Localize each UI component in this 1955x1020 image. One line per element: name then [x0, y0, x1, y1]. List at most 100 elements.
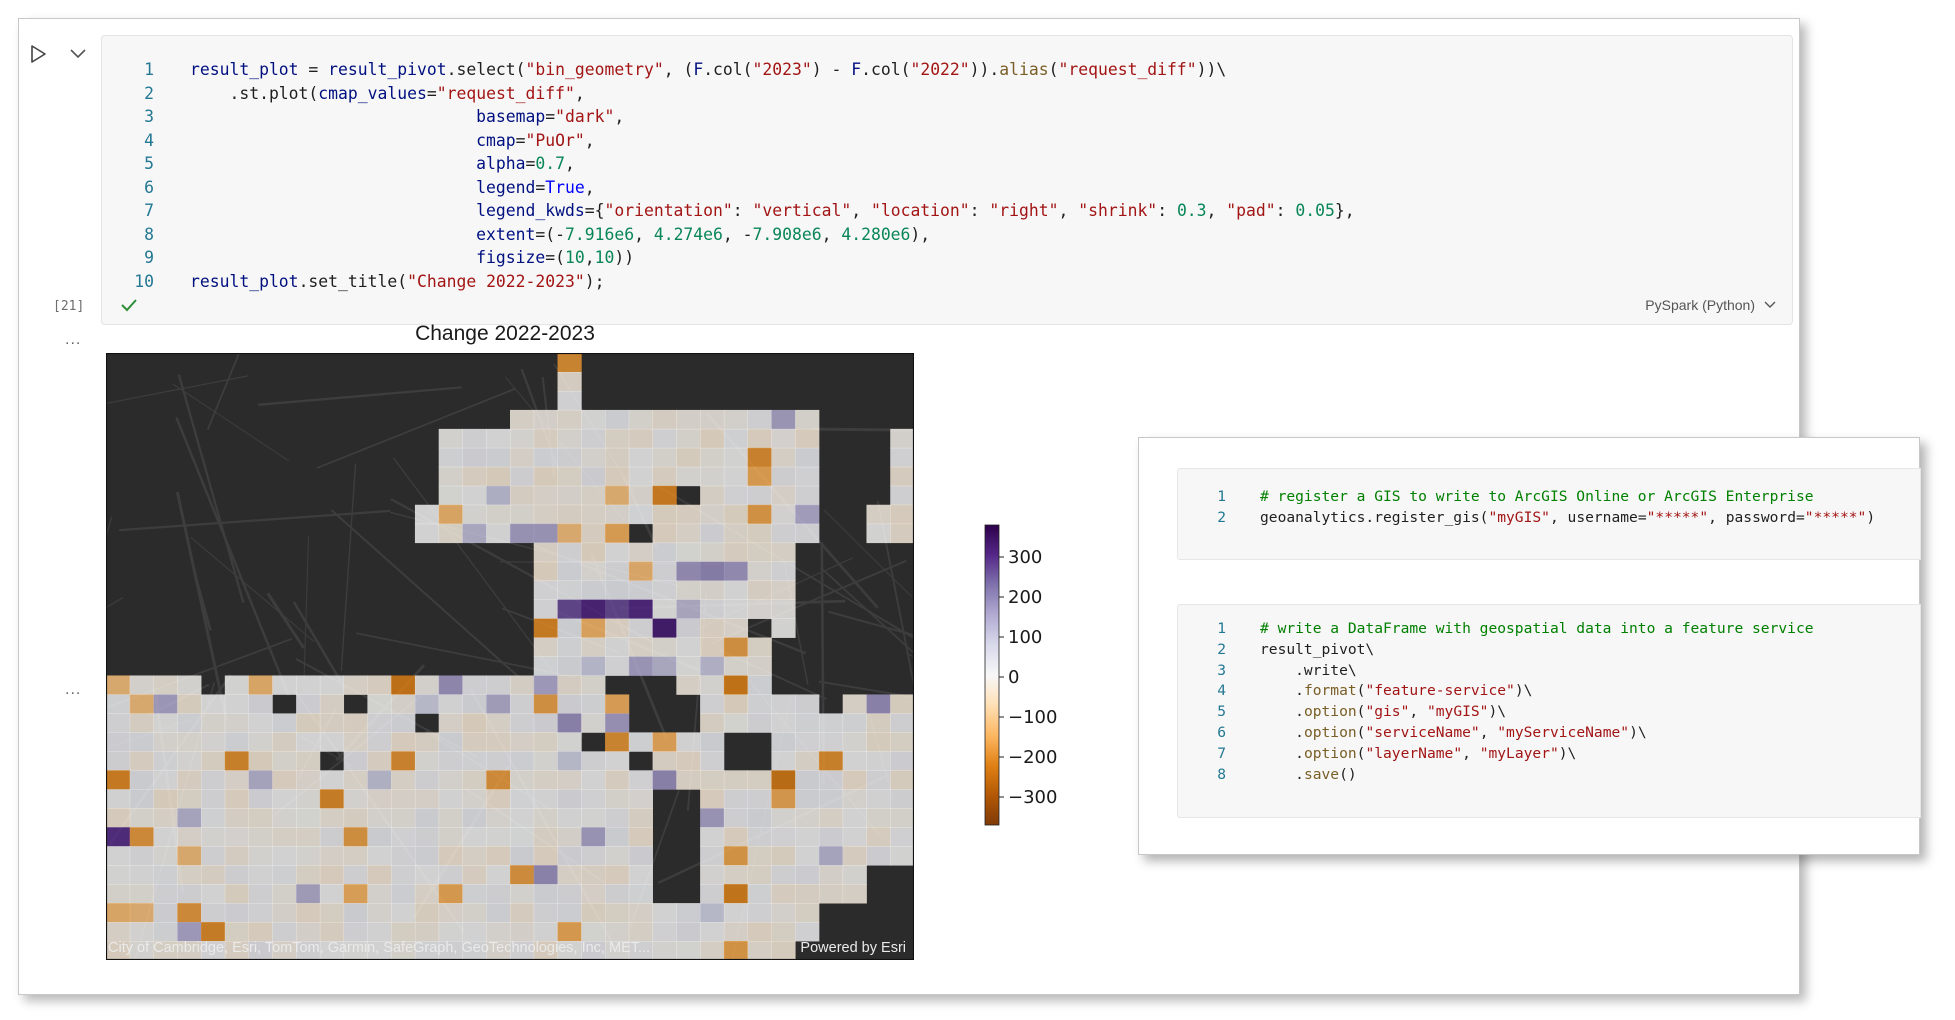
hex-bin-cell	[795, 865, 820, 885]
hex-bin-cell	[723, 466, 749, 487]
output-menu-icon[interactable]: ...	[65, 331, 81, 349]
hex-bin-cell	[628, 561, 653, 582]
hex-bin-cell	[581, 713, 606, 733]
code-token: save	[1303, 765, 1340, 783]
hex-bin-cell	[652, 656, 677, 676]
code-line: 3 .write\	[1178, 661, 1814, 682]
hex-bin-cell	[557, 675, 582, 695]
hex-bin-cell	[272, 846, 297, 866]
hex-bin-cell	[723, 618, 749, 638]
hex-bin-cell	[248, 846, 273, 866]
hex-bin-cell	[391, 884, 416, 904]
hex-bin-cell	[510, 466, 535, 487]
hex-bin-cell	[272, 922, 297, 942]
hex-bin-cell	[177, 675, 202, 695]
hex-bin-cell	[890, 466, 914, 487]
hex-bin-cell	[486, 713, 511, 733]
hex-bin-cell	[153, 713, 178, 733]
hex-bin-cell	[343, 865, 368, 885]
hex-bin-cell	[296, 675, 321, 695]
hex-bin-cell	[248, 713, 273, 733]
hex-bin-cell	[628, 599, 653, 619]
code-token: .set_title(	[298, 271, 408, 291]
hex-bin-cell	[414, 808, 440, 828]
run-cell-icon[interactable]	[27, 43, 49, 65]
colorbar-tick-label: 0	[1008, 667, 1019, 688]
overlay-notebook-window: 1 # register a GIS to write to ArcGIS Onl…	[1138, 437, 1921, 855]
hex-bin-cell	[319, 770, 345, 790]
hex-bin-cell	[652, 580, 677, 600]
hex-bin-cell	[676, 561, 701, 582]
hex-bin-cell	[652, 637, 677, 657]
code-cell-register-gis[interactable]: 1 # register a GIS to write to ArcGIS Onl…	[1177, 468, 1921, 560]
hex-bin-cell	[224, 884, 249, 904]
hex-bin-cell	[129, 789, 154, 809]
hex-bin-cell	[319, 827, 345, 847]
hex-bin-cell	[652, 618, 677, 638]
hex-bin-cell	[557, 599, 582, 619]
hex-bin-cell	[652, 523, 677, 544]
code-cell[interactable]: 1 result_plot = result_pivot.select("bin_…	[101, 35, 1793, 325]
hex-bin-cell	[486, 466, 511, 487]
hex-bin-cell	[391, 732, 416, 752]
code-token: result_plot	[190, 271, 299, 291]
hex-bin-cell	[414, 694, 440, 714]
hex-bin-cell	[510, 808, 535, 828]
hex-bin-cell	[628, 618, 653, 638]
hex-bin-cell	[723, 428, 749, 449]
hex-bin-cell	[605, 751, 630, 771]
hex-bin-cell	[510, 409, 535, 430]
hex-bin-cell	[177, 789, 202, 809]
hex-bin-cell	[628, 827, 653, 847]
hex-bin-cell	[533, 732, 558, 752]
code-cell-write-feature-service[interactable]: 1 # write a DataFrame with geospatial dat…	[1177, 604, 1921, 818]
code-token: "*****"	[1804, 508, 1867, 526]
code-editor[interactable]: 1 # register a GIS to write to ArcGIS Onl…	[1178, 487, 1875, 529]
code-token: (	[1048, 60, 1059, 79]
hex-bin-cell	[890, 770, 914, 790]
code-editor[interactable]: 1 # write a DataFrame with geospatial dat…	[1178, 619, 1814, 785]
code-token: .st.plot(	[190, 83, 319, 103]
hex-bin-cell	[177, 770, 202, 790]
hex-bin-cell	[510, 751, 535, 771]
hex-bin-cell	[771, 447, 796, 468]
hex-bin-cell	[723, 599, 749, 619]
hex-bin-cell	[581, 922, 606, 942]
hex-bin-cell	[153, 675, 178, 695]
kernel-selector[interactable]: PySpark (Python)	[1645, 297, 1777, 313]
hex-bin-cell	[224, 789, 249, 809]
hex-bin-cell	[771, 846, 796, 866]
hex-bin-cell	[391, 751, 416, 771]
hex-bin-cell	[842, 884, 867, 904]
hex-bin-cell	[890, 694, 914, 714]
hex-bin-cell	[652, 409, 677, 430]
hex-bin-cell	[248, 770, 273, 790]
line-number: 8	[144, 224, 154, 244]
hex-bin-cell	[700, 561, 725, 582]
line-number: 7	[1217, 744, 1226, 762]
hex-bin-cell	[795, 770, 820, 790]
hex-bin-cell	[224, 808, 249, 828]
hex-bin-cell	[438, 865, 463, 885]
code-editor[interactable]: 1 result_plot = result_pivot.select("bin_…	[102, 58, 1355, 293]
hex-bin-cell	[605, 808, 630, 828]
code-token: "gis"	[1365, 703, 1410, 721]
hex-bin-cell	[795, 732, 820, 752]
code-line: 7 legend_kwds={"orientation": "vertical"…	[102, 199, 1355, 223]
code-line: 1 # write a DataFrame with geospatial dat…	[1178, 619, 1813, 640]
hex-bin-cell	[106, 694, 131, 714]
hex-bin-cell	[438, 922, 463, 942]
hex-bin-cell	[676, 599, 701, 619]
hex-bin-cell	[557, 466, 582, 487]
output-menu-icon[interactable]: ...	[65, 681, 81, 699]
code-token: F	[693, 60, 704, 79]
code-token: "bin_geometry"	[525, 60, 664, 79]
code-token: )).	[969, 60, 1000, 79]
hex-bin-cell	[771, 751, 796, 771]
chevron-down-icon[interactable]	[67, 43, 89, 63]
hex-bin-cell	[771, 789, 796, 809]
hex-bin-cell	[224, 865, 249, 885]
hex-bin-cell	[272, 751, 297, 771]
hex-bin-cell	[605, 732, 630, 752]
colorbar-tick-label: 100	[1008, 627, 1042, 648]
